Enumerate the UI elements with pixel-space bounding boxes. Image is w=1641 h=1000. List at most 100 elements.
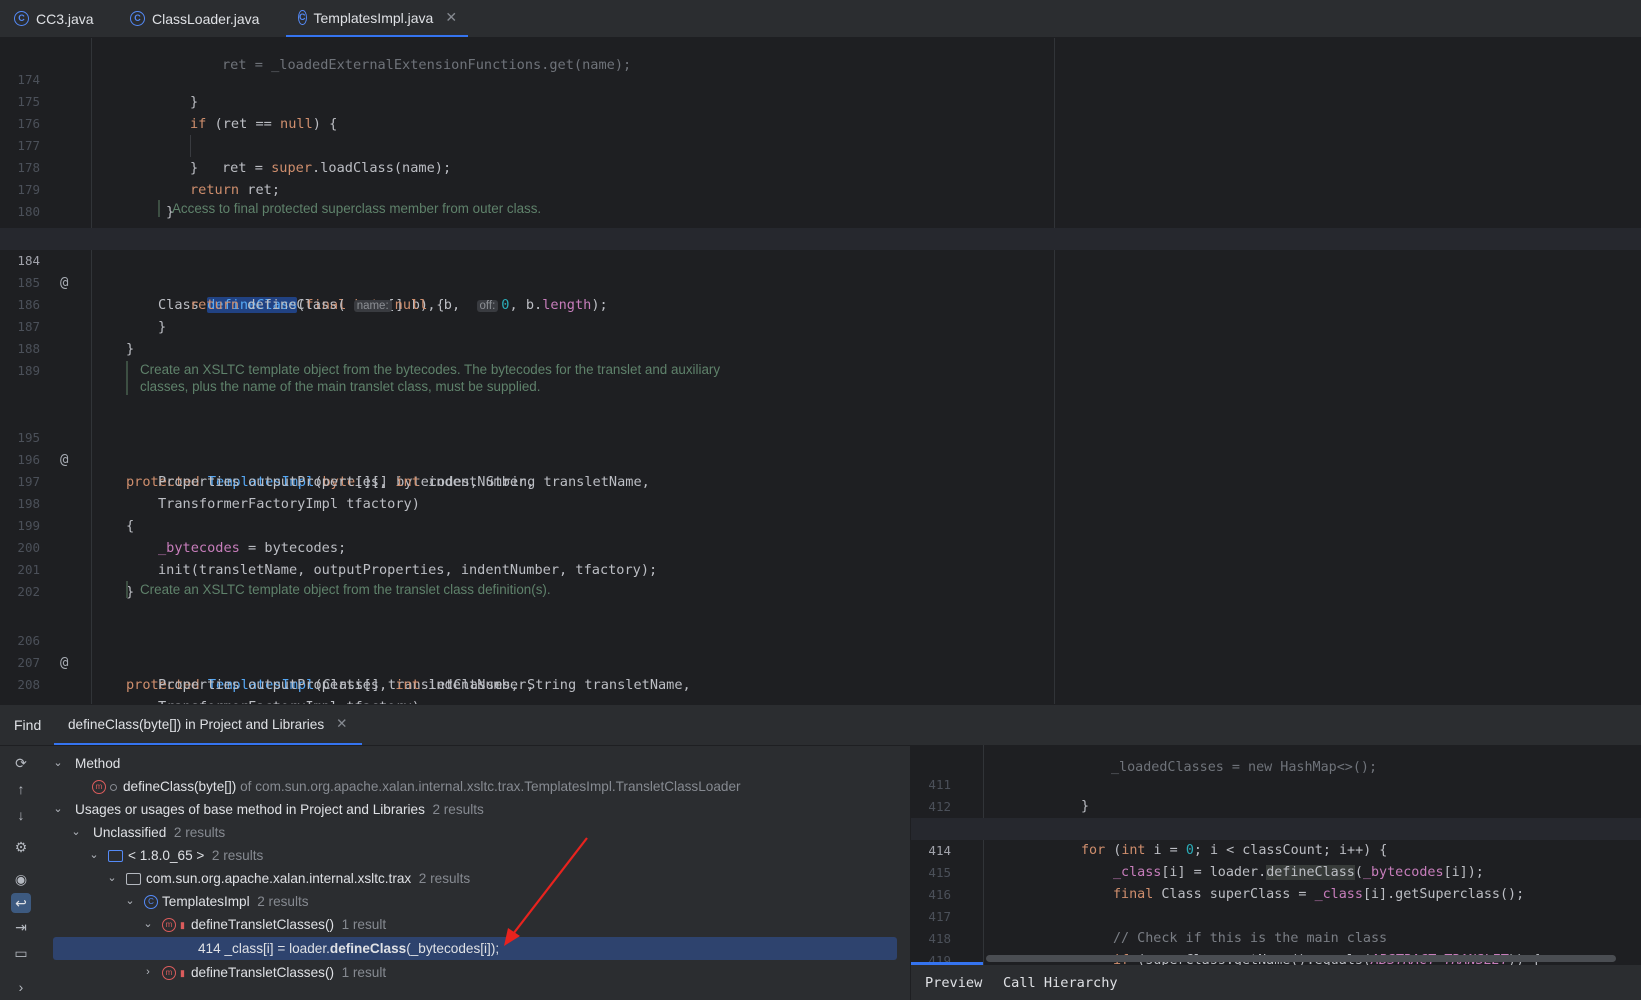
code-line: 199 _bytecodes = bytecodes; bbox=[0, 493, 1641, 556]
result-count: 2 results bbox=[173, 825, 226, 840]
code-line: 174 } bbox=[0, 47, 1641, 110]
code-line: 197 TransformerFactoryImpl tfactory) bbox=[0, 449, 1641, 512]
method-icon: m bbox=[162, 966, 176, 981]
chevron-down-icon[interactable]: ⌄ bbox=[106, 867, 118, 890]
doc-comment: Access to final protected superclass mem… bbox=[158, 200, 872, 217]
chevron-down-icon[interactable]: ⌄ bbox=[142, 913, 154, 936]
tree-node-package[interactable]: ⌄ com.sun.org.apache.xalan.internal.xslt… bbox=[42, 867, 908, 890]
code-line: 188 bbox=[0, 316, 1641, 356]
doc-comment: Create an XSLTC template object from the… bbox=[126, 581, 760, 598]
close-tab-icon[interactable]: ✕ bbox=[336, 716, 347, 732]
private-lock-icon: ▮ bbox=[180, 919, 185, 930]
tab-classloader-java[interactable]: C ClassLoader.java bbox=[130, 0, 259, 37]
java-class-icon: C bbox=[298, 10, 307, 25]
code-line: 202 bbox=[0, 559, 1641, 599]
result-count: 2 results bbox=[211, 848, 264, 863]
code-line-current: 414 _class[i] = loader.defineClass(_byte… bbox=[911, 818, 1641, 880]
code-line: 413 for (int i = 0; i < classCount; i++)… bbox=[911, 796, 1641, 858]
tree-node-method-usage[interactable]: ⌄ m ▮ defineTransletClasses() 1 result bbox=[42, 913, 908, 936]
tree-label: defineTransletClasses() bbox=[190, 965, 334, 980]
tab-label: ClassLoader.java bbox=[152, 10, 260, 27]
find-results-tab[interactable]: defineClass(byte[]) in Project and Libra… bbox=[54, 705, 362, 745]
code-line: 195 @ protected TemplatesImpl(byte[][] b… bbox=[0, 405, 1641, 490]
code-line: 412 bbox=[911, 774, 1641, 814]
library-folder-icon bbox=[108, 850, 123, 863]
method-icon: m bbox=[92, 780, 106, 795]
package-folder-icon bbox=[126, 873, 141, 886]
chevron-down-icon[interactable]: ⌄ bbox=[124, 890, 136, 913]
tree-node-method-usage[interactable]: › m ▮ defineTransletClasses() 1 result bbox=[42, 961, 908, 984]
code-line: 198 { bbox=[0, 471, 1641, 534]
tree-node-method[interactable]: ⌄ Method bbox=[42, 752, 908, 775]
tree-node-usages[interactable]: ⌄ Usages or usages of base method in Pro… bbox=[42, 798, 908, 821]
java-class-icon: C bbox=[14, 11, 29, 26]
private-lock-icon: ▮ bbox=[180, 967, 185, 978]
code-line: 416 bbox=[911, 862, 1641, 902]
tab-label: CC3.java bbox=[36, 10, 94, 27]
horizontal-scrollbar[interactable] bbox=[986, 955, 1616, 962]
code-line: 189 bbox=[0, 338, 1641, 378]
code-editor[interactable]: ret = _loadedExternalExtensionFunctions.… bbox=[0, 38, 1641, 704]
tab-templatesimpl-java[interactable]: C TemplatesImpl.java ✕ bbox=[286, 0, 468, 37]
code-line: 200 init(transletName, outputProperties,… bbox=[0, 515, 1641, 578]
tab-call-hierarchy[interactable]: Call Hierarchy bbox=[1003, 975, 1118, 991]
visibility-icon bbox=[110, 783, 117, 791]
code-line: 415 final Class superClass = _class[i].g… bbox=[911, 840, 1641, 902]
tree-node-usage-selected[interactable]: 414 _class[i] = loader.defineClass(_byte… bbox=[53, 937, 897, 960]
code-line: 411 } bbox=[911, 752, 1641, 814]
tree-label: < 1.8.0_65 > bbox=[128, 848, 205, 863]
usage-match: defineClass bbox=[329, 941, 407, 956]
tab-preview[interactable]: Preview bbox=[925, 975, 982, 991]
chevron-right-icon[interactable]: › bbox=[142, 961, 154, 984]
preview-pane[interactable]: _loadedClasses = new HashMap<>(); 411 } … bbox=[910, 745, 1641, 1000]
tree-label: Method bbox=[75, 756, 121, 771]
code-line: 418 if (superClass.getName().equals(ABST… bbox=[911, 906, 1641, 968]
result-count: 2 results bbox=[257, 894, 309, 909]
chevron-down-icon[interactable]: ⌄ bbox=[52, 752, 64, 775]
result-count: 2 results bbox=[418, 871, 471, 886]
find-results-tree[interactable]: ⌄ Method m defineClass(byte[]) of com.sun… bbox=[42, 745, 908, 1000]
method-icon: m bbox=[162, 918, 176, 933]
code-line-current: 184 @ Class defineClass(final byte[] b) … bbox=[0, 228, 1641, 313]
chevron-down-icon[interactable]: ⌄ bbox=[52, 798, 64, 821]
result-count: 2 results bbox=[432, 802, 484, 817]
java-class-icon: C bbox=[130, 11, 145, 26]
find-title: Find bbox=[14, 717, 42, 733]
tree-node-jdk[interactable]: ⌄ < 1.8.0_65 > 2 results bbox=[42, 844, 908, 867]
tree-label: Unclassified bbox=[93, 825, 167, 840]
tree-node-unclassified[interactable]: ⌄ Unclassified 2 results bbox=[42, 821, 908, 844]
code-line: 175 if (ret == null) { bbox=[0, 69, 1641, 132]
next-occurrence-icon[interactable]: ↓ bbox=[11, 805, 31, 825]
tab-cc3-java[interactable]: C CC3.java bbox=[14, 0, 94, 37]
export-icon[interactable]: ⇥ bbox=[11, 917, 31, 937]
usage-code-prefix: _class[i] = loader. bbox=[224, 941, 330, 956]
rerun-icon[interactable]: ⟳ bbox=[11, 753, 31, 773]
preview-tab-bar: Preview Call Hierarchy bbox=[911, 965, 1641, 1000]
line-number: 208 bbox=[17, 677, 40, 692]
usage-line-number: 414 bbox=[198, 941, 221, 956]
expand-more-icon[interactable]: › bbox=[11, 977, 31, 997]
group-by-directory-icon[interactable]: ▭ bbox=[11, 943, 31, 963]
find-tab-label: defineClass(byte[]) in Project and Libra… bbox=[68, 716, 325, 732]
previous-occurrence-icon[interactable]: ↑ bbox=[11, 779, 31, 799]
code-line: 417 // Check if this is the main class bbox=[911, 884, 1641, 946]
method-owner: of com.sun.org.apache.xalan.internal.xsl… bbox=[240, 779, 741, 794]
code-line: 185 return defineClass( name: null, b, of… bbox=[0, 250, 1641, 313]
tree-label: Usages or usages of base method in Proje… bbox=[75, 802, 425, 817]
arrow-head bbox=[504, 928, 520, 946]
settings-gear-icon[interactable]: ⚙ bbox=[11, 837, 31, 857]
code-line: 177 } bbox=[0, 113, 1641, 176]
tab-label: TemplatesImpl.java bbox=[313, 9, 434, 26]
preview-eye-icon[interactable]: ◉ bbox=[11, 869, 31, 889]
line-number: 202 bbox=[17, 584, 40, 599]
code-line: 208 TransformerFactoryImpl tfactory) bbox=[0, 652, 1641, 704]
tree-label: com.sun.org.apache.xalan.internal.xsltc.… bbox=[146, 871, 412, 886]
close-tab-icon[interactable]: ✕ bbox=[445, 9, 457, 26]
chevron-down-icon[interactable]: ⌄ bbox=[88, 844, 100, 867]
tree-label: TemplatesImpl bbox=[162, 894, 250, 909]
code-line: 187 } bbox=[0, 294, 1641, 357]
chevron-down-icon[interactable]: ⌄ bbox=[70, 821, 82, 844]
navigate-to-source-icon[interactable]: ↩ bbox=[11, 893, 31, 913]
tree-node-method-signature[interactable]: m defineClass(byte[]) of com.sun.org.apac… bbox=[42, 775, 908, 798]
tree-node-class[interactable]: ⌄ C TemplatesImpl 2 results bbox=[42, 890, 908, 913]
